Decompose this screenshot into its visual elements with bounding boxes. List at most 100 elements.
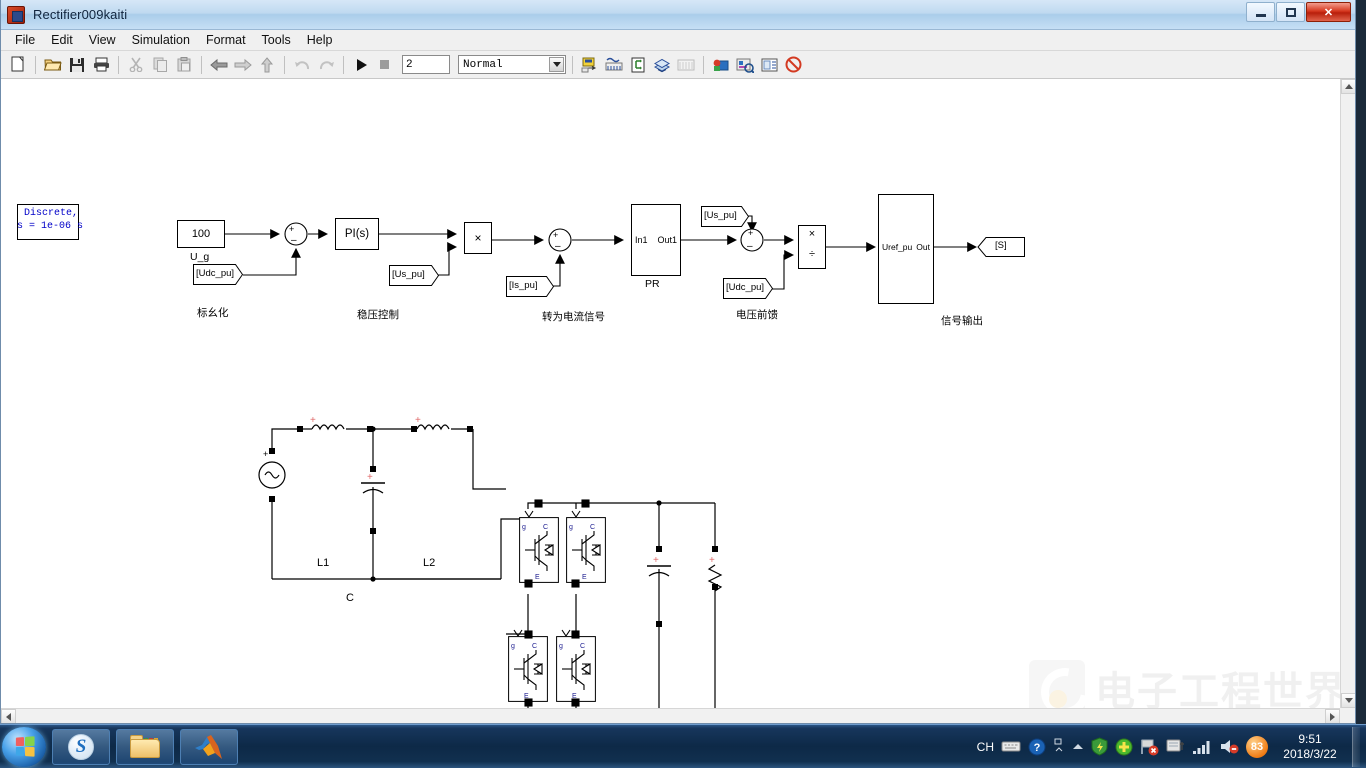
scroll-up-button[interactable] (1341, 79, 1355, 94)
menu-format[interactable]: Format (198, 31, 254, 49)
undo-icon[interactable] (291, 54, 313, 76)
svg-text:C: C (543, 524, 548, 531)
igbt-diode-3[interactable]: g C E (508, 636, 548, 702)
update-diagram-icon[interactable] (603, 54, 625, 76)
svg-text:C: C (590, 524, 595, 531)
model-explorer-icon[interactable] (627, 54, 649, 76)
simulink-icon: S (68, 733, 94, 760)
start-simulation-icon[interactable] (350, 54, 372, 76)
menu-bar: File Edit View Simulation Format Tools H… (1, 30, 1355, 51)
network-flag-error-icon[interactable] (1140, 738, 1159, 756)
up-to-parent-icon[interactable] (256, 54, 278, 76)
scroll-right-button[interactable] (1325, 709, 1340, 723)
maximize-restore-button[interactable] (1276, 2, 1305, 22)
svg-text:E: E (582, 574, 587, 581)
scroll-down-button[interactable] (1341, 693, 1355, 708)
horizontal-scrollbar[interactable] (1, 708, 1340, 723)
svg-text:C: C (532, 643, 537, 650)
plus-circle-icon[interactable] (1115, 738, 1133, 756)
toolbar-separator (118, 55, 119, 74)
battery-badge[interactable]: 83 (1246, 735, 1268, 758)
model-advisor-icon[interactable] (734, 54, 756, 76)
load-resistor: + (707, 546, 723, 592)
svg-text:?: ? (1034, 742, 1041, 754)
svg-text:E: E (535, 574, 540, 581)
window-title: Rectifier009kaiti (33, 7, 128, 22)
volume-muted-icon[interactable] (1219, 738, 1239, 755)
signal-strength-icon[interactable] (1192, 739, 1212, 755)
simulink-model-window: Rectifier009kaiti ✕ File Edit View Simul… (0, 0, 1356, 724)
svg-text:+: + (263, 449, 268, 459)
open-model-icon[interactable] (42, 54, 64, 76)
taskbar-explorer[interactable] (116, 728, 174, 765)
keyboard-icon[interactable] (1001, 740, 1021, 753)
power-circuit: + + + + + + (258, 415, 723, 719)
taskbar-simulink[interactable]: S (52, 728, 110, 765)
svg-text:g: g (522, 524, 526, 531)
network-adapter-icon[interactable] (1166, 738, 1185, 756)
model-info-icon[interactable] (758, 54, 780, 76)
debug-icon[interactable] (710, 54, 732, 76)
toolbar-separator (703, 55, 704, 74)
svg-text:+: + (709, 555, 715, 566)
back-navigate-icon[interactable] (208, 54, 230, 76)
close-button[interactable]: ✕ (1306, 2, 1351, 22)
menu-simulation[interactable]: Simulation (124, 31, 198, 49)
screen: Rectifier009kaiti ✕ File Edit View Simul… (0, 0, 1366, 768)
igbt-diode-4[interactable]: g C E (556, 636, 596, 702)
taskbar: S CH ? 83 9:51 2018/3/22 (0, 724, 1366, 768)
svg-text:E: E (572, 693, 577, 700)
simulation-mode-value: Normal (463, 58, 503, 71)
toolbar-separator (284, 55, 285, 74)
show-hidden-icons-icon[interactable] (1053, 737, 1065, 757)
label-l2: L2 (423, 557, 436, 569)
vertical-scrollbar[interactable] (1340, 79, 1355, 708)
model-canvas[interactable]: Discrete, s = 1e-06 s + – + – + – 100 U_… (1, 79, 1355, 723)
menu-view[interactable]: View (81, 31, 124, 49)
menu-help[interactable]: Help (299, 31, 341, 49)
svg-text:+: + (310, 415, 316, 426)
save-model-icon[interactable] (66, 54, 88, 76)
system-tray: CH ? 83 9:51 2018/3/22 (977, 726, 1366, 767)
title-bar: Rectifier009kaiti ✕ (1, 0, 1355, 30)
simulation-mode-select[interactable]: Normal (458, 55, 566, 74)
simulink-model-icon (7, 5, 25, 24)
igbt-diode-1[interactable]: g C E (519, 517, 559, 583)
stop-time-input[interactable] (402, 55, 450, 74)
redo-icon[interactable] (315, 54, 337, 76)
label-l1: L1 (317, 557, 330, 569)
scope-icon[interactable] (675, 54, 697, 76)
taskbar-matlab[interactable] (180, 728, 238, 765)
help-icon[interactable]: ? (1028, 738, 1046, 756)
clock-date: 2018/3/22 (1283, 746, 1337, 761)
forward-navigate-icon[interactable] (232, 54, 254, 76)
minimize-button[interactable] (1246, 2, 1275, 22)
svg-text:+: + (367, 472, 373, 483)
no-entry-icon[interactable] (782, 54, 804, 76)
toolbar-separator (343, 55, 344, 74)
copy-icon[interactable] (149, 54, 171, 76)
paste-icon[interactable] (173, 54, 195, 76)
build-model-icon[interactable] (579, 54, 601, 76)
new-model-icon[interactable] (7, 54, 29, 76)
cut-icon[interactable] (125, 54, 147, 76)
svg-text:g: g (569, 524, 573, 531)
library-browser-icon[interactable] (651, 54, 673, 76)
scroll-left-button[interactable] (1, 709, 16, 723)
chevron-down-icon[interactable] (549, 57, 564, 72)
menu-file[interactable]: File (7, 31, 43, 49)
show-desktop-button[interactable] (1352, 726, 1360, 767)
security-shield-icon[interactable] (1091, 737, 1108, 756)
menu-edit[interactable]: Edit (43, 31, 81, 49)
clock-time: 9:51 (1298, 731, 1322, 746)
print-model-icon[interactable] (90, 54, 112, 76)
start-button[interactable] (2, 726, 46, 767)
ime-indicator[interactable]: CH (977, 740, 994, 754)
menu-tools[interactable]: Tools (254, 31, 299, 49)
toolbar-separator (572, 55, 573, 74)
igbt-diode-2[interactable]: g C E (566, 517, 606, 583)
clock[interactable]: 9:51 2018/3/22 (1275, 732, 1341, 762)
arrow-up-icon[interactable] (1072, 742, 1084, 752)
scrollbar-corner (1340, 708, 1355, 723)
stop-simulation-icon[interactable] (374, 54, 396, 76)
